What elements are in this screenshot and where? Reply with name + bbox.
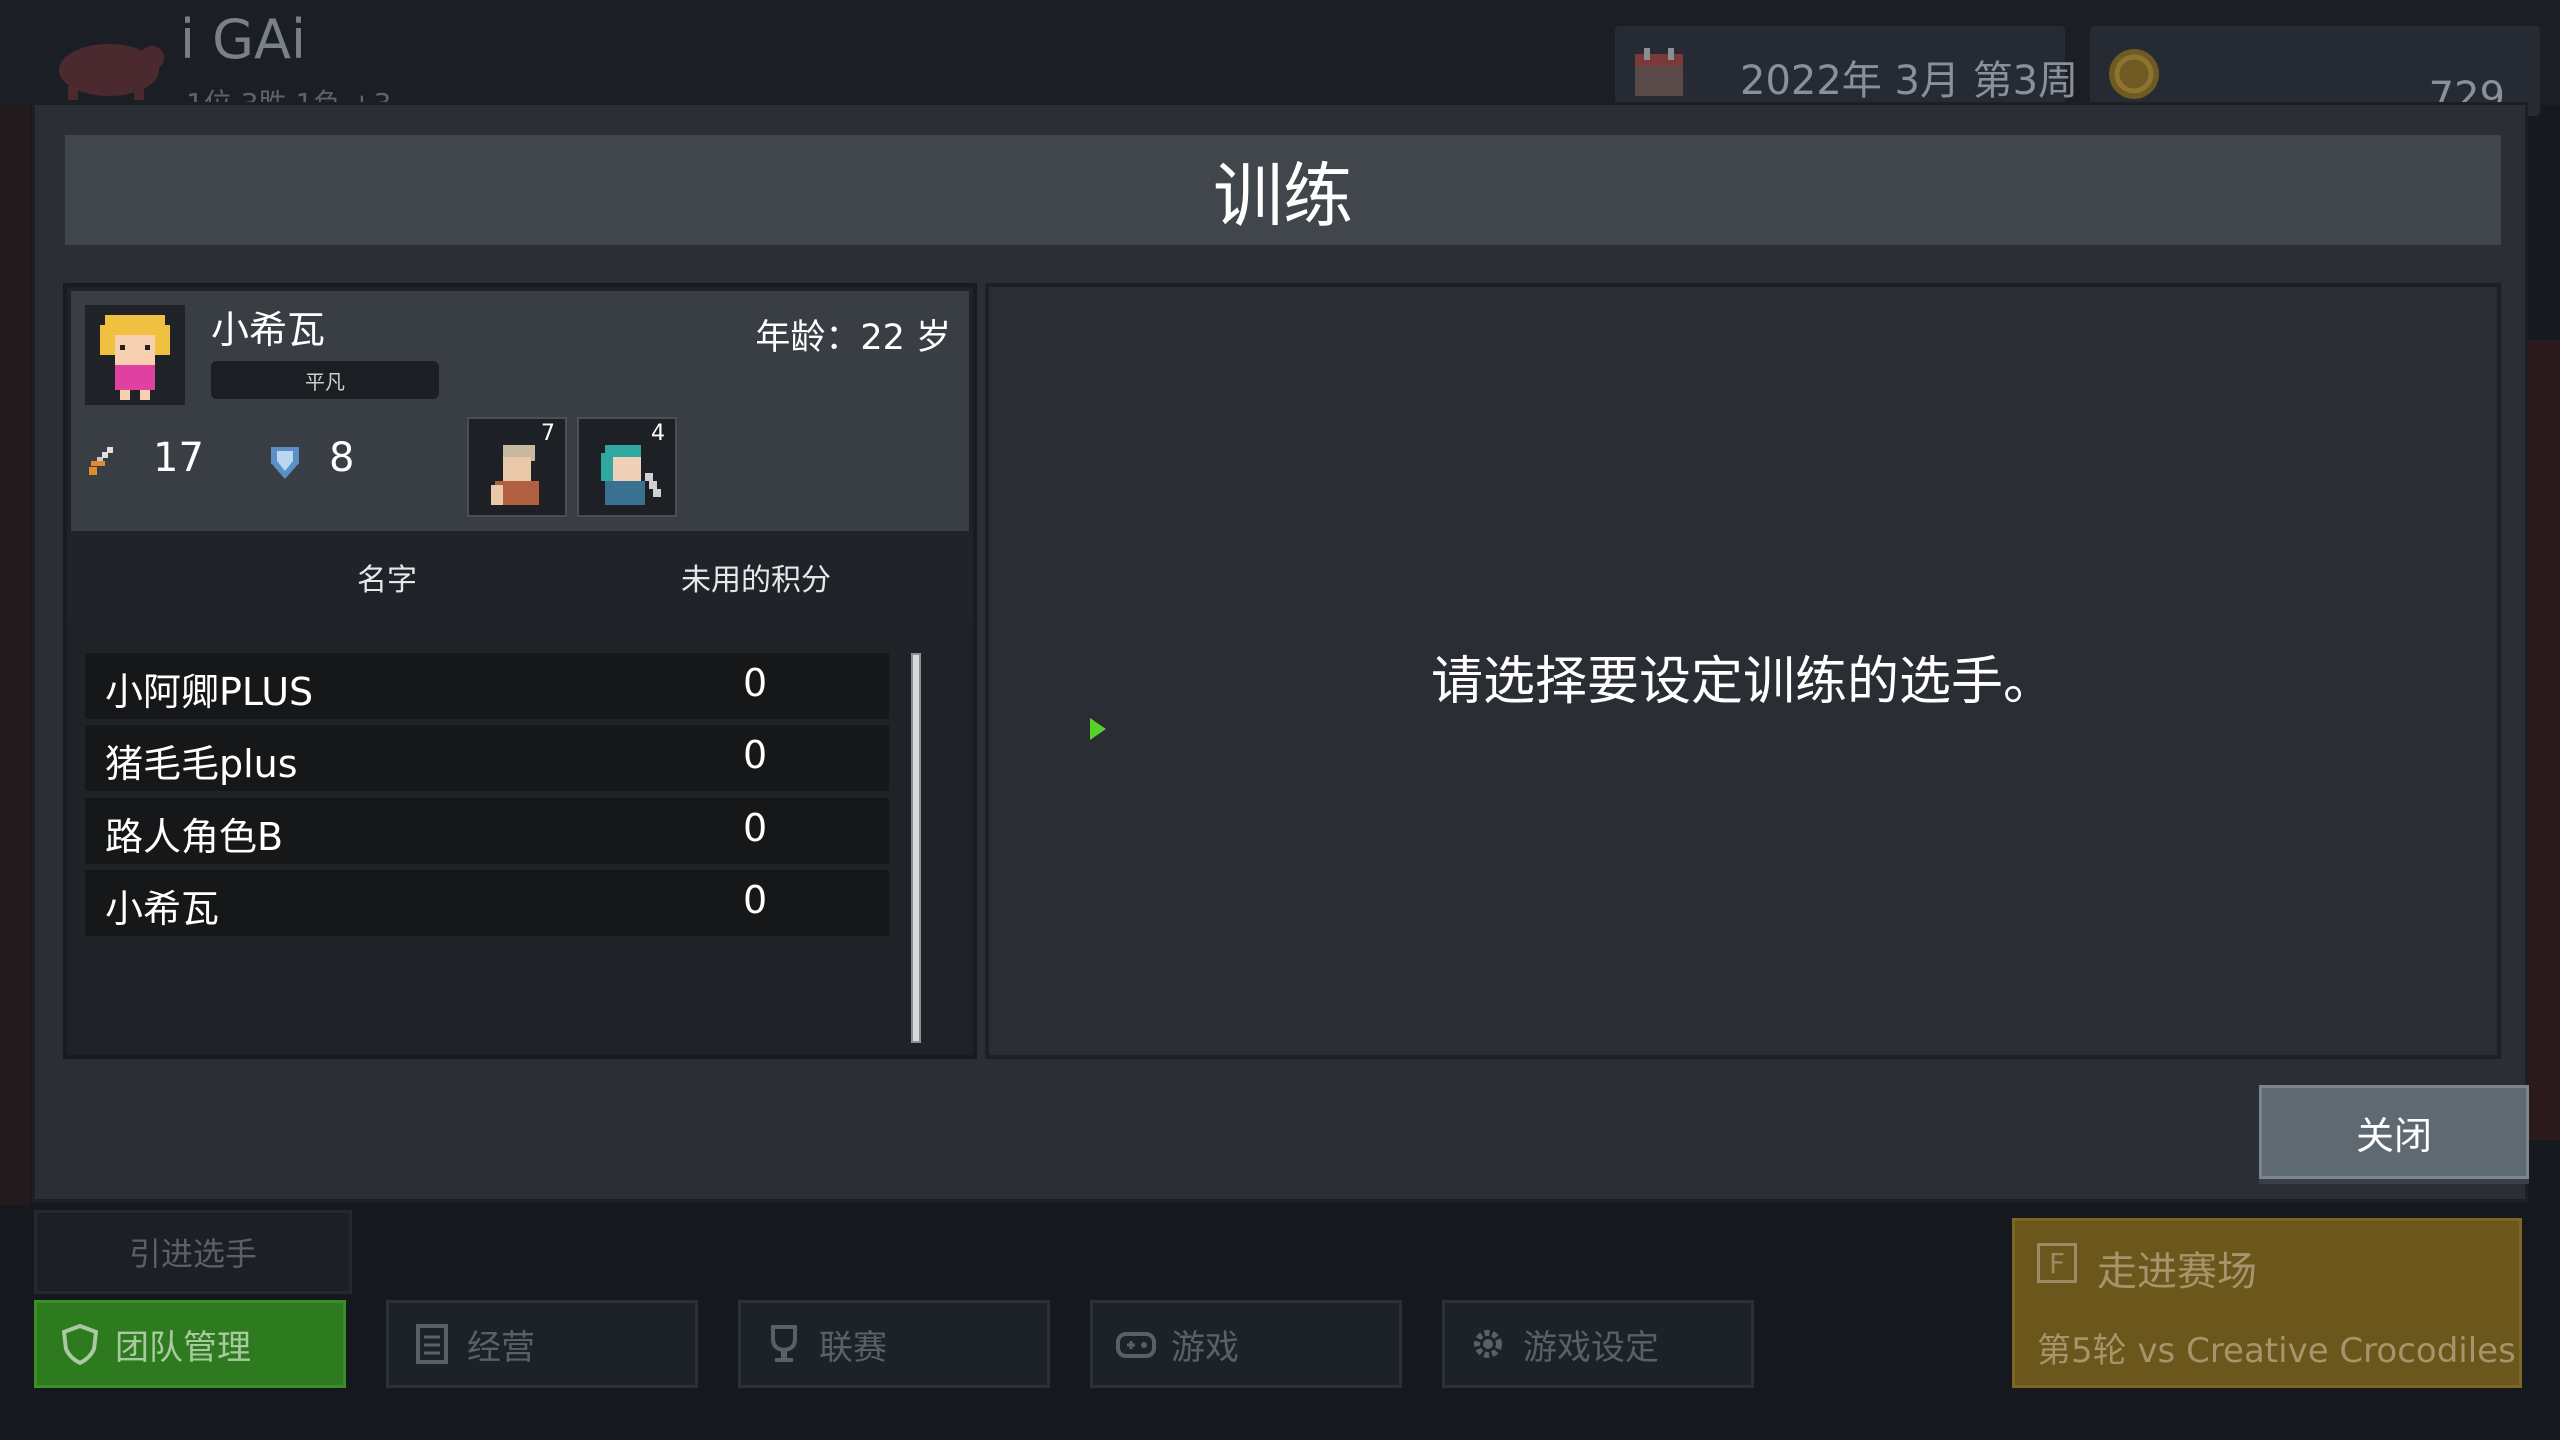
list-item[interactable]: 小阿卿PLUS 0 xyxy=(85,653,889,719)
column-unused-points[interactable]: 未用的积分 xyxy=(681,555,831,599)
nav-label: 联赛 xyxy=(819,1327,887,1368)
player-list-panel: 小希瓦 平凡 年龄：22 岁 17 8 7 4 名字 未用的积分 小阿卿PLUS… xyxy=(63,283,977,1059)
player-name: 小希瓦 xyxy=(211,308,326,352)
training-dialog: 训练 小希瓦 平凡 年龄：22 岁 17 8 7 4 名字 未用的积分 小阿卿P… xyxy=(32,102,2529,1202)
fighter-skill-icon xyxy=(491,445,539,505)
row-player-name: 小希瓦 xyxy=(105,887,220,931)
player-card: 小希瓦 平凡 年龄：22 岁 17 8 7 4 xyxy=(71,291,969,531)
calendar-icon xyxy=(1635,48,1683,96)
defense-value: 8 xyxy=(329,435,355,481)
next-match: 第5轮 vs Creative Crocodiles xyxy=(2037,1331,2516,1371)
row-player-name: 小阿卿PLUS xyxy=(105,670,314,714)
left-edge xyxy=(0,105,30,1205)
column-name[interactable]: 名字 xyxy=(357,555,417,599)
team-logo-icon xyxy=(59,44,164,100)
trophy-icon xyxy=(771,1325,797,1362)
nav-league[interactable]: 联赛 xyxy=(738,1300,1050,1388)
nav-team-management[interactable]: 团队管理 xyxy=(34,1300,346,1388)
training-detail-panel: 请选择要设定训练的选手。 xyxy=(985,283,2501,1059)
pointer-cursor-icon xyxy=(1090,718,1106,740)
team-name: i GAi xyxy=(180,8,306,71)
date-text: 2022年 3月 第3周 xyxy=(1740,58,2079,104)
nav-label: 游戏设定 xyxy=(1523,1327,1659,1368)
shield-icon xyxy=(61,1323,99,1365)
enter-arena-button[interactable]: F 走进赛场 第5轮 vs Creative Crocodiles xyxy=(2012,1218,2522,1388)
coin-icon xyxy=(2109,49,2159,99)
player-trait-badge: 平凡 xyxy=(211,361,439,399)
gamepad-icon xyxy=(1116,1332,1156,1358)
skill-slot[interactable]: 4 xyxy=(577,417,677,517)
nav-game-settings[interactable]: 游戏设定 xyxy=(1442,1300,1754,1388)
nav-label: 团队管理 xyxy=(115,1327,251,1368)
row-unused-points: 0 xyxy=(743,806,768,850)
nav-game[interactable]: 游戏 xyxy=(1090,1300,1402,1388)
sword-icon xyxy=(89,447,113,475)
dialog-title: 训练 xyxy=(1213,154,1353,237)
player-age: 年龄：22 岁 xyxy=(755,318,951,358)
select-player-prompt: 请选择要设定训练的选手。 xyxy=(1430,652,2055,712)
recruit-button[interactable]: 引进选手 xyxy=(34,1210,352,1294)
dialog-header: 训练 xyxy=(65,135,2501,245)
row-unused-points: 0 xyxy=(743,733,768,777)
nav-business[interactable]: 经营 xyxy=(386,1300,698,1388)
list-item[interactable]: 路人角色B 0 xyxy=(85,798,889,864)
nav-label: 经营 xyxy=(467,1327,535,1368)
right-edge xyxy=(2528,340,2560,1140)
row-player-name: 路人角色B xyxy=(105,815,284,859)
hotkey-badge: F xyxy=(2037,1243,2077,1283)
row-player-name: 猪毛毛plus xyxy=(105,742,298,786)
row-unused-points: 0 xyxy=(743,661,768,705)
swordswoman-skill-icon xyxy=(601,445,661,505)
document-icon xyxy=(416,1324,448,1364)
close-button[interactable]: 关闭 xyxy=(2259,1085,2529,1179)
list-scrollbar[interactable] xyxy=(911,653,921,1043)
player-list: 小阿卿PLUS 0 猪毛毛plus 0 路人角色B 0 小希瓦 0 xyxy=(85,653,889,942)
shield-stat-icon xyxy=(271,447,299,479)
list-item[interactable]: 猪毛毛plus 0 xyxy=(85,725,889,791)
list-item[interactable]: 小希瓦 0 xyxy=(85,870,889,936)
attack-value: 17 xyxy=(153,435,204,481)
skill-slot[interactable]: 7 xyxy=(467,417,567,517)
nav-label: 游戏 xyxy=(1171,1327,1239,1368)
row-unused-points: 0 xyxy=(743,878,768,922)
player-portrait-icon xyxy=(85,305,185,405)
scrollbar-thumb[interactable] xyxy=(913,655,919,1041)
gear-icon xyxy=(1474,1330,1502,1358)
arena-title: 走进赛场 xyxy=(2097,1249,2257,1295)
list-header: 名字 未用的积分 xyxy=(67,531,973,617)
